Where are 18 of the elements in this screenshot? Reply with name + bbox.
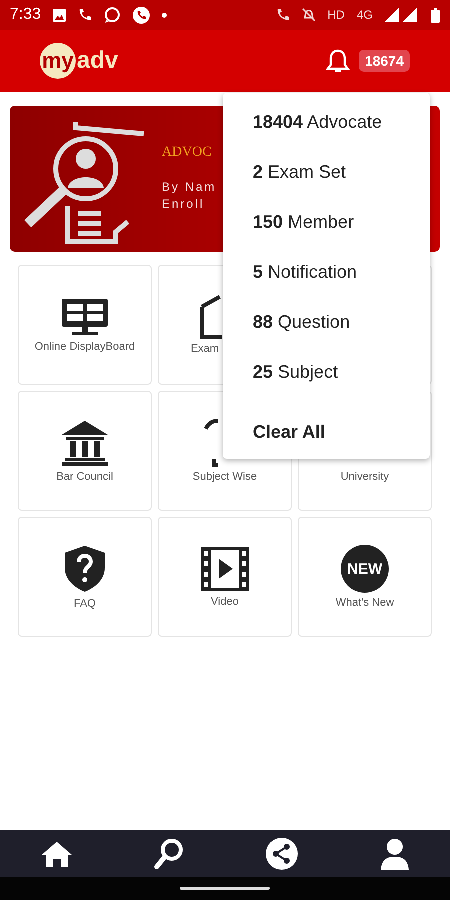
tile-label: Bar Council	[56, 471, 114, 483]
notification-count: 18674	[359, 50, 410, 72]
tile-label: Subject Wise	[192, 471, 258, 483]
network-label: HD	[328, 8, 345, 22]
banner-title: ADVOC	[162, 145, 212, 161]
new-seal: NEW	[341, 545, 389, 593]
tile-label: Online DisplayBoard	[34, 341, 136, 353]
network-label: 4G	[356, 8, 373, 22]
logo-text: my	[40, 43, 76, 79]
tile-label: University	[340, 471, 390, 483]
tile-label: Video	[211, 596, 239, 608]
status-time: 7:33	[10, 6, 42, 24]
banner-text: Enroll	[162, 196, 205, 213]
logo-text: adv	[77, 47, 118, 75]
tile-label: What's New	[336, 597, 394, 609]
tile-label: FAQ	[74, 598, 96, 610]
banner-text: By Nam	[162, 179, 217, 196]
tile-label: Exam	[190, 343, 220, 355]
